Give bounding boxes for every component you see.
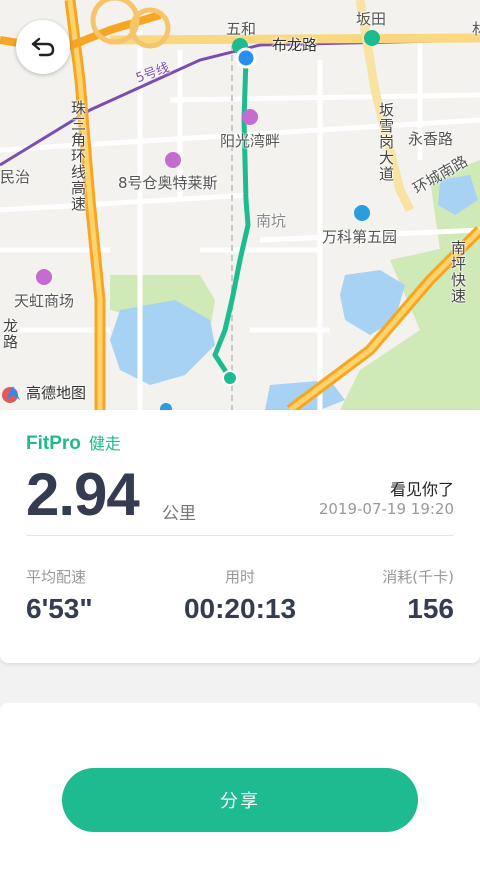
brand-row: FitPro 健走 xyxy=(26,430,121,455)
map-label-bulong-road: 布龙路 xyxy=(272,36,318,54)
stat-avg-pace: 平均配速 6'53" xyxy=(26,566,93,625)
back-arrow-icon xyxy=(31,37,55,57)
map-label-bantian-xuegang: 坂雪岗大道 xyxy=(377,102,395,182)
stat-duration: 用时 00:20:13 xyxy=(172,566,308,625)
workout-datetime: 2019-07-19 19:20 xyxy=(318,500,454,518)
stat-value: 156 xyxy=(407,593,454,624)
distance-unit: 公里 xyxy=(162,504,196,524)
user-nickname: 看见你了 xyxy=(389,480,454,499)
map-attribution-text: 高德地图 xyxy=(26,384,87,402)
map-label-nanping: 南坪快速 xyxy=(449,240,467,304)
map-label-nankeng: 南坑 xyxy=(256,212,287,230)
stat-label: 用时 xyxy=(224,568,255,586)
map-label-vanke: 万科第五园 xyxy=(322,228,398,246)
map-label-zhusanjiao: 珠三角环线高速 xyxy=(69,100,87,212)
stat-label: 消耗(千卡) xyxy=(382,568,454,586)
stat-value: 6'53" xyxy=(26,593,93,624)
map-label-yangguangwanpan: 阳光湾畔 xyxy=(220,132,281,150)
route-map[interactable]: 五和 坂田 布龙路 林 5号线 珠三角环线高速 阳光湾畔 坂雪岗大道 永香路 民… xyxy=(0,0,480,410)
map-label-partial: 林 xyxy=(472,20,480,38)
stat-calories: 消耗(千卡) 156 xyxy=(382,566,454,625)
activity-type: 健走 xyxy=(88,434,121,453)
stat-value: 00:20:13 xyxy=(183,593,297,624)
map-label-minzhi: 民治 xyxy=(0,168,31,186)
map-label-longsa: 龙路 xyxy=(1,318,19,350)
stat-label: 平均配速 xyxy=(26,568,87,586)
brand-logo: FitPro xyxy=(26,433,81,454)
amap-logo-icon xyxy=(6,385,20,400)
share-button[interactable]: 分享 xyxy=(62,768,418,832)
map-label-yongxiang-road: 永香路 xyxy=(408,130,454,148)
map-label-outlet: 8号仓奥特莱斯 xyxy=(118,174,218,192)
map-label-tianhong: 天虹商场 xyxy=(14,292,75,310)
map-label-wuhe: 五和 xyxy=(226,20,257,38)
map-attribution: 高德地图 xyxy=(4,382,86,403)
map-label-bantian: 坂田 xyxy=(356,10,387,28)
workout-summary-card: FitPro 健走 2.94 公里 看见你了 2019-07-19 19:20 … xyxy=(0,410,480,663)
back-button[interactable] xyxy=(16,20,70,74)
distance-value: 2.94 xyxy=(26,461,140,528)
divider xyxy=(26,535,454,536)
